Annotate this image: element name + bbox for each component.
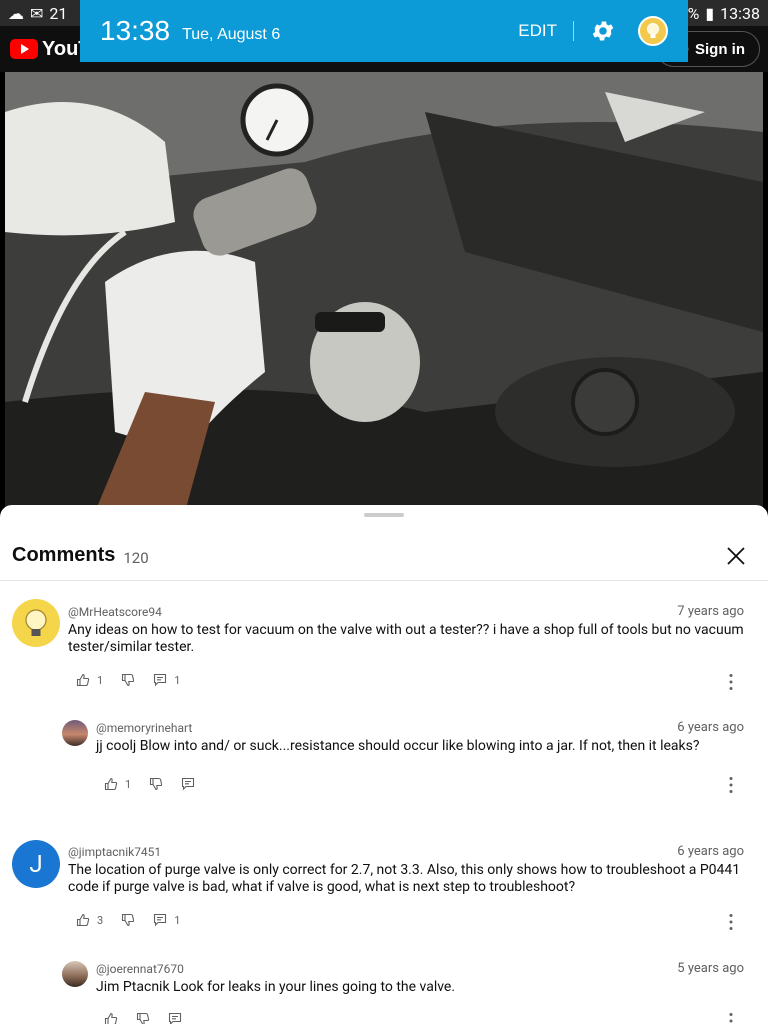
- thumbs-down-icon: [122, 913, 135, 927]
- comment-actions: [104, 1012, 200, 1024]
- thumbs-down-icon: [150, 777, 163, 791]
- cloud-icon: ☁: [8, 3, 24, 23]
- more-options-icon[interactable]: [728, 913, 734, 931]
- battery-icon: ▮: [705, 3, 715, 23]
- comment-reply: @memoryrinehart 6 years ago jj coolj Blo…: [0, 719, 768, 809]
- battery-percent: %: [687, 3, 700, 23]
- drag-handle[interactable]: [364, 513, 404, 517]
- reply-icon: [154, 673, 167, 687]
- avatar[interactable]: J: [12, 840, 60, 888]
- notification-date: Tue, August 6: [182, 26, 281, 43]
- reply-icon: [182, 777, 195, 791]
- comment-text: The location of purge valve is only corr…: [68, 862, 741, 895]
- comment: @MrHeatscore94 7 years ago Any ideas on …: [0, 599, 768, 699]
- reply-button[interactable]: [181, 777, 195, 791]
- comment-author[interactable]: @memoryrinehart: [96, 721, 192, 735]
- status-right: % ▮ 13:38: [688, 4, 760, 23]
- comment-reply: @joerennat7670 5 years ago Jim Ptacnik L…: [0, 960, 768, 1024]
- comment-timestamp: 7 years ago: [677, 604, 744, 619]
- status-time: 13:38: [720, 3, 760, 23]
- reply-count: 1: [174, 913, 181, 927]
- dislike-button[interactable]: [121, 913, 135, 927]
- comment-text: jj coolj Blow into and/ or suck...resist…: [96, 738, 700, 754]
- reply-button[interactable]: 1: [153, 913, 180, 927]
- comment: J @jimptacnik7451 6 years ago The locati…: [0, 839, 768, 939]
- thumbs-down-icon: [136, 1012, 150, 1024]
- comment-timestamp: 6 years ago: [677, 720, 744, 735]
- dislike-button[interactable]: [121, 673, 135, 687]
- more-options-icon[interactable]: [728, 1012, 734, 1024]
- youtube-play-icon: [10, 39, 38, 59]
- user-avatar[interactable]: [638, 16, 668, 46]
- comment-actions: 3 1: [76, 913, 198, 927]
- more-options-icon[interactable]: [728, 776, 734, 794]
- comment-author[interactable]: @joerennat7670: [96, 962, 184, 976]
- avatar[interactable]: [12, 599, 60, 647]
- edit-button[interactable]: EDIT: [518, 21, 574, 41]
- status-left: ☁ ✉ 21: [8, 4, 67, 23]
- thumbs-down-icon: [122, 673, 135, 687]
- comments-header: Comments 120: [0, 531, 768, 581]
- like-button[interactable]: 3: [76, 913, 103, 927]
- comment-text: Jim Ptacnik Look for leaks in your lines…: [96, 979, 456, 995]
- comments-panel: Comments 120 @MrHeatscore94 7 years ago …: [0, 505, 768, 1024]
- comments-title: Comments: [12, 544, 116, 566]
- status-left-text: 21: [49, 3, 68, 23]
- notification-shade: 13:38 Tue, August 6 EDIT: [80, 0, 688, 62]
- like-count: 3: [97, 913, 104, 927]
- reply-button[interactable]: [168, 1012, 182, 1024]
- lightbulb-icon: [25, 609, 47, 636]
- comment-timestamp: 6 years ago: [677, 844, 744, 859]
- thumbs-up-icon: [104, 1012, 118, 1024]
- video-frame: [5, 72, 763, 512]
- like-button[interactable]: 1: [104, 777, 131, 791]
- avatar[interactable]: [62, 961, 88, 987]
- comment-author[interactable]: @MrHeatscore94: [68, 605, 162, 619]
- comment-author[interactable]: @jimptacnik7451: [68, 845, 161, 859]
- notification-actions: EDIT: [518, 16, 668, 46]
- comment-actions: 1: [104, 777, 213, 791]
- thumbs-up-icon: [76, 673, 90, 687]
- mail-icon: ✉: [30, 3, 44, 23]
- notification-time: 13:38: [100, 15, 171, 46]
- video-player[interactable]: [5, 72, 763, 512]
- thumbs-up-icon: [76, 913, 90, 927]
- dislike-button[interactable]: [136, 1012, 150, 1024]
- reply-count: 1: [174, 673, 181, 687]
- comment-actions: 1 1: [76, 673, 198, 687]
- more-options-icon[interactable]: [728, 673, 734, 691]
- reply-button[interactable]: 1: [153, 673, 180, 687]
- dislike-button[interactable]: [149, 777, 163, 791]
- gear-icon[interactable]: [590, 18, 616, 44]
- like-button[interactable]: [104, 1012, 118, 1024]
- sign-in-label: Sign in: [695, 40, 745, 58]
- avatar[interactable]: [62, 720, 88, 746]
- comments-count: 120: [123, 548, 149, 567]
- like-count: 1: [97, 673, 104, 687]
- reply-icon: [168, 1012, 182, 1024]
- lightbulb-icon: [647, 23, 659, 38]
- reply-icon: [154, 913, 167, 927]
- like-count: 1: [125, 777, 132, 791]
- like-button[interactable]: 1: [76, 673, 103, 687]
- comment-text: Any ideas on how to test for vacuum on t…: [68, 622, 744, 655]
- comment-timestamp: 5 years ago: [677, 961, 744, 976]
- thumbs-up-icon: [104, 777, 118, 791]
- close-icon[interactable]: [724, 544, 748, 568]
